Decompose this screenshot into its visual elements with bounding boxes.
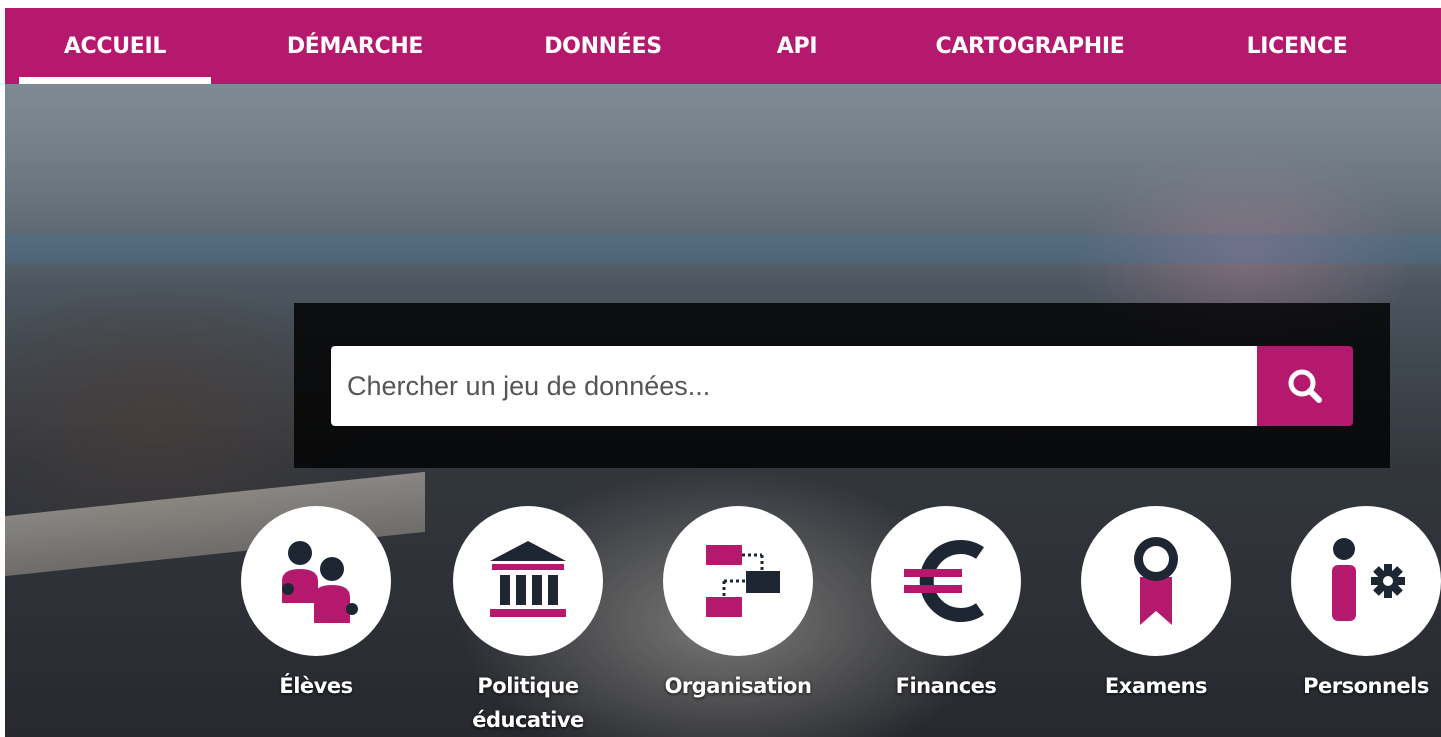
- active-tab-underline: [19, 77, 211, 84]
- euro-icon: [904, 540, 984, 622]
- nav-item-demarche[interactable]: DÉMARCHE: [265, 8, 445, 84]
- category-circle: [1291, 506, 1441, 656]
- category-personnels[interactable]: Personnels: [1291, 506, 1441, 737]
- nav-item-label: DONNÉES: [544, 33, 662, 59]
- category-circle: [663, 506, 813, 656]
- category-label: Personnels: [1303, 674, 1429, 698]
- category-examens[interactable]: Examens: [1081, 506, 1231, 737]
- nav-item-label: DÉMARCHE: [286, 33, 424, 59]
- category-finances[interactable]: Finances: [871, 506, 1021, 737]
- category-label: Examens: [1104, 674, 1208, 698]
- nav-item-cartographie[interactable]: CARTOGRAPHIE: [905, 8, 1155, 84]
- category-eleves[interactable]: Élèves: [241, 506, 391, 737]
- nav-item-api[interactable]: API: [757, 8, 837, 84]
- search-icon: [1288, 369, 1322, 403]
- organization-chart-icon: [706, 545, 780, 617]
- staff-settings-icon: [1332, 538, 1405, 621]
- nav-item-label: ACCUEIL: [63, 33, 167, 59]
- category-label: Finances: [895, 674, 997, 698]
- category-circle: [453, 506, 603, 656]
- category-label: Élèves: [279, 674, 353, 698]
- nav-item-label: API: [776, 33, 818, 59]
- category-politique-educative[interactable]: Politique éducative: [453, 506, 603, 737]
- category-circle: [1081, 506, 1231, 656]
- nav-item-label: CARTOGRAPHIE: [935, 33, 1125, 59]
- award-ribbon-icon: [1134, 537, 1178, 625]
- nav-item-donnees[interactable]: DONNÉES: [523, 8, 683, 84]
- category-label: Politique éducative: [472, 674, 584, 732]
- nav-item-licence[interactable]: LICENCE: [1227, 8, 1367, 84]
- nav-item-accueil[interactable]: ACCUEIL: [19, 8, 211, 84]
- category-circle: [871, 506, 1021, 656]
- students-icon: [282, 541, 358, 623]
- search-input[interactable]: [331, 346, 1257, 426]
- category-organisation[interactable]: Organisation: [663, 506, 813, 737]
- search-button[interactable]: [1257, 346, 1353, 426]
- main-navbar: ACCUEIL DÉMARCHE DONNÉES API CARTOGRAPHI…: [5, 8, 1441, 84]
- institution-icon: [490, 541, 566, 617]
- category-label: Organisation: [664, 674, 812, 698]
- nav-item-label: LICENCE: [1246, 33, 1348, 59]
- category-circle: [241, 506, 391, 656]
